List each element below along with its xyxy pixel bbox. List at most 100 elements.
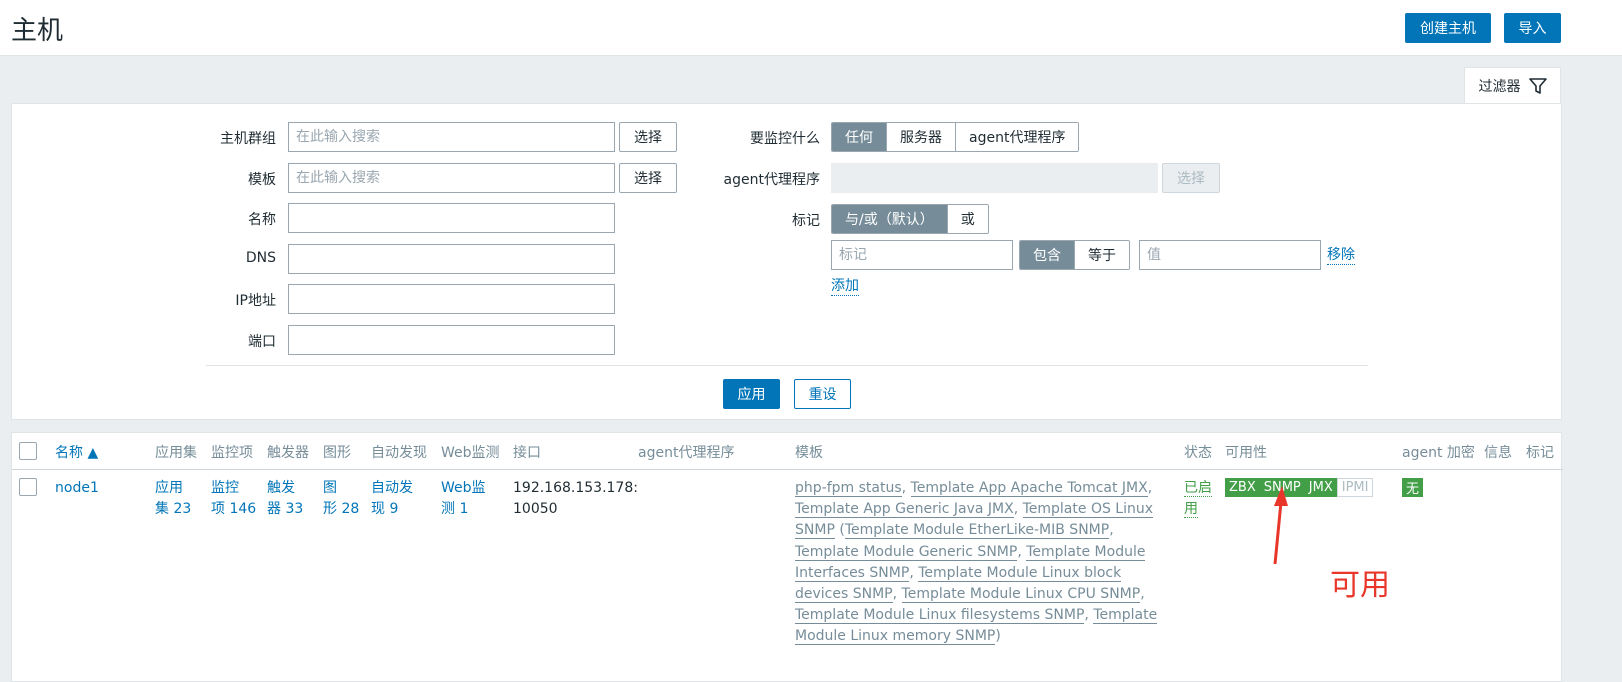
dns-input[interactable] [288, 244, 615, 274]
interface-cell: 192.168.153.178: 10050 [513, 478, 638, 520]
filter-panel: 主机群组 选择 模板 选择 名称 DNS IP地址 端口 要监控什么 任何 服务… [11, 103, 1562, 420]
column-items: 监控项 [211, 445, 253, 461]
discovery-link[interactable]: 自动发 现 9 [371, 478, 413, 520]
availability-badges: ZBX SNMP JMX IPMI [1225, 478, 1374, 497]
web-link-line1: Web监 [441, 480, 486, 496]
filter-divider [206, 365, 1368, 366]
column-interface: 接口 [513, 445, 541, 461]
name-input[interactable] [288, 203, 615, 233]
filter-tab[interactable]: 过滤器 [1464, 67, 1561, 104]
template-link[interactable]: php-fpm status [795, 480, 902, 497]
template-link[interactable]: Template App Generic Java JMX [795, 501, 1014, 519]
tag-name-input[interactable] [831, 240, 1013, 270]
template-link[interactable]: Template Module EtherLike-MIB SNMP [844, 522, 1110, 540]
host-name-link[interactable]: node1 [55, 478, 99, 499]
ip-label: IP地址 [235, 293, 276, 309]
dns-label: DNS [245, 250, 276, 266]
monitored-by-label: 要监控什么 [750, 131, 820, 147]
column-templates: 模板 [795, 445, 823, 461]
status-line2: 用 [1184, 501, 1198, 518]
port-input[interactable] [288, 325, 615, 355]
template-input[interactable] [288, 163, 615, 193]
tags-label: 标记 [792, 213, 820, 229]
triggers-link-line2: 器 33 [267, 501, 304, 517]
web-link-line2: 测 1 [441, 501, 469, 517]
port-label: 端口 [248, 334, 276, 350]
status-line1: 已启 [1184, 480, 1212, 497]
graphs-link-line1: 图 [323, 480, 337, 496]
discovery-link-line1: 自动发 [371, 480, 413, 496]
template-label: 模板 [248, 172, 276, 188]
template-link[interactable]: Template Module Generic SNMP [795, 543, 1018, 561]
tag-match-contains[interactable]: 包含 [1020, 241, 1075, 269]
zbx-availability-badge[interactable]: ZBX [1225, 478, 1260, 497]
name-label: 名称 [248, 212, 276, 228]
column-name[interactable]: 名称 ▲ [55, 442, 98, 462]
host-group-select-button[interactable]: 选择 [619, 122, 677, 152]
templates-cell: php-fpm status, Template App Apache Tomc… [795, 480, 1158, 646]
proxy-label: agent代理程序 [723, 172, 820, 188]
annotation-label: 可用 [1330, 568, 1390, 603]
column-status: 状态 [1184, 445, 1212, 461]
column-info: 信息 [1484, 445, 1512, 461]
column-availability: 可用性 [1225, 445, 1267, 461]
reset-button[interactable]: 重设 [794, 379, 851, 409]
items-link[interactable]: 监控 项 146 [211, 478, 256, 520]
triggers-link-line1: 触发 [267, 480, 295, 496]
items-link-line2: 项 146 [211, 501, 257, 517]
template-link[interactable]: Template Module Linux CPU SNMP [901, 586, 1141, 604]
applications-link-line2: 集 23 [155, 501, 192, 517]
proxy-input [831, 163, 1158, 193]
annotation-arrow-icon [1273, 486, 1288, 565]
interface-ip: 192.168.153.178: [513, 480, 638, 496]
jmx-availability-badge[interactable]: JMX [1304, 478, 1337, 497]
create-host-button[interactable]: 创建主机 [1405, 13, 1491, 43]
template-link[interactable]: Template App Apache Tomcat JMX [910, 480, 1148, 497]
tags-operator-and-or[interactable]: 与/或（默认） [832, 205, 948, 233]
tag-add-link[interactable]: 添加 [831, 277, 859, 296]
column-tags: 标记 [1526, 445, 1554, 461]
select-all-checkbox[interactable] [19, 442, 37, 460]
applications-link-line1: 应用 [155, 480, 183, 496]
monitored-by-any[interactable]: 任何 [832, 123, 887, 151]
ipmi-availability-badge[interactable]: IPMI [1336, 478, 1374, 497]
hosts-table: 名称 ▲ 应用集 监控项 触发器 图形 自动发现 Web监测 接口 agent代… [11, 432, 1563, 682]
web-link[interactable]: Web监 测 1 [441, 478, 486, 520]
monitored-by-proxy[interactable]: agent代理程序 [956, 123, 1079, 151]
ip-input[interactable] [288, 284, 615, 314]
monitored-by-server[interactable]: 服务器 [887, 123, 956, 151]
table-header-divider [12, 469, 1563, 470]
encryption-badge: 无 [1402, 478, 1424, 497]
proxy-select-button: 选择 [1162, 163, 1220, 193]
template-link[interactable]: Template Module Linux filesystems SNMP [795, 607, 1085, 625]
tags-operator-segmented: 与/或（默认） 或 [831, 204, 989, 234]
page-header: 主机 创建主机 导入 [0, 0, 1622, 56]
graphs-link-line2: 形 28 [323, 501, 360, 517]
column-encryption: agent 加密 [1402, 445, 1475, 461]
host-group-input[interactable] [288, 122, 615, 152]
items-link-line1: 监控 [211, 480, 239, 496]
interface-port: 10050 [513, 501, 558, 517]
triggers-link[interactable]: 触发 器 33 [267, 478, 303, 520]
column-graphs: 图形 [323, 445, 351, 461]
monitored-by-segmented: 任何 服务器 agent代理程序 [831, 122, 1080, 152]
tag-remove-link[interactable]: 移除 [1327, 246, 1355, 265]
import-button[interactable]: 导入 [1504, 13, 1561, 43]
host-group-label: 主机群组 [220, 131, 276, 147]
tag-value-input[interactable] [1139, 240, 1321, 270]
filter-tab-label: 过滤器 [1478, 79, 1521, 95]
template-select-button[interactable]: 选择 [619, 163, 677, 193]
status-toggle[interactable]: 已启 用 [1184, 478, 1218, 520]
column-triggers: 触发器 [267, 445, 309, 461]
discovery-link-line2: 现 9 [371, 501, 399, 517]
page-title: 主机 [11, 16, 64, 46]
column-proxy: agent代理程序 [638, 445, 735, 461]
row-checkbox[interactable] [19, 478, 37, 496]
tag-match-equals[interactable]: 等于 [1075, 241, 1129, 269]
graphs-link[interactable]: 图 形 28 [323, 478, 359, 520]
applications-link[interactable]: 应用 集 23 [155, 478, 191, 520]
apply-button[interactable]: 应用 [723, 379, 780, 409]
tags-operator-or[interactable]: 或 [947, 205, 988, 233]
column-applications: 应用集 [155, 445, 197, 461]
column-discovery: 自动发现 [371, 445, 427, 461]
